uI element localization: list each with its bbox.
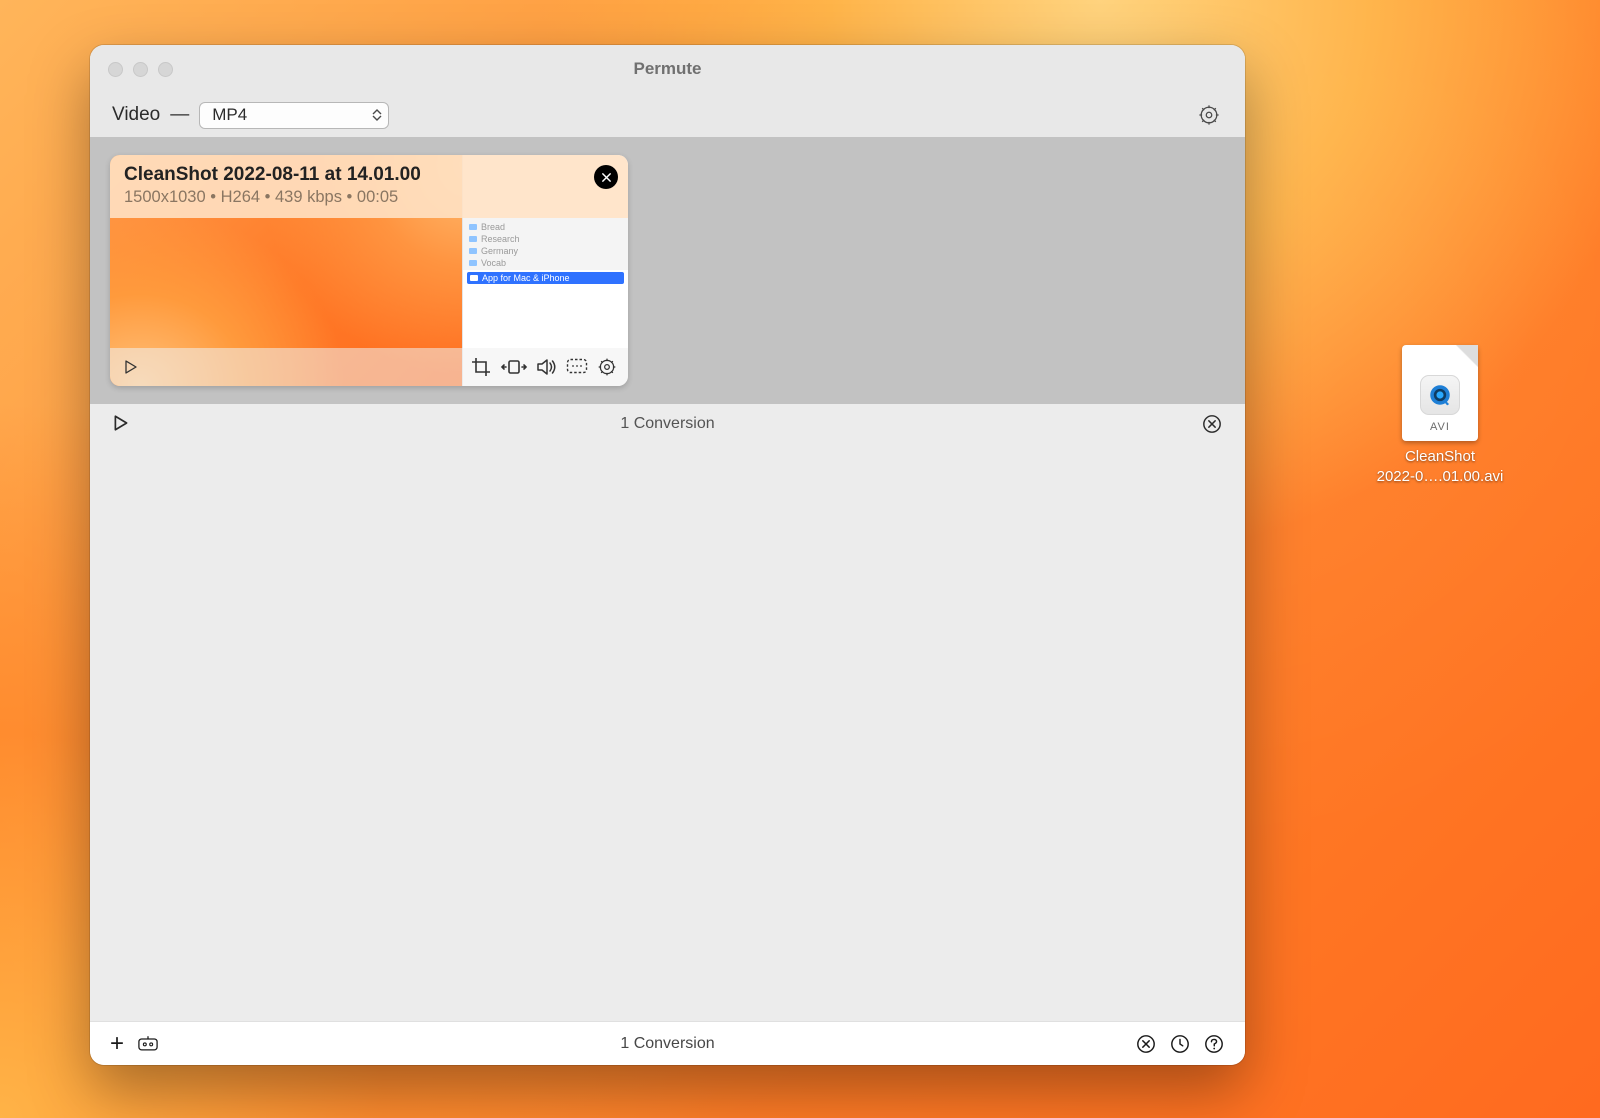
start-conversion-button[interactable] [112, 414, 132, 434]
audio-button[interactable] [536, 356, 558, 378]
robot-icon [138, 1036, 158, 1051]
traffic-lights [108, 62, 173, 77]
help-button[interactable] [1203, 1033, 1225, 1055]
gear-icon [597, 357, 617, 377]
file-icon: AVI [1402, 345, 1478, 441]
conversion-count-label: 1 Conversion [90, 415, 1245, 433]
circle-x-icon [1202, 414, 1222, 434]
chevron-updown-icon [372, 109, 382, 121]
resize-icon [500, 357, 528, 377]
toolbar-dash: — [170, 104, 189, 126]
presets-button[interactable] [138, 1036, 158, 1052]
resize-button[interactable] [500, 356, 528, 378]
file-name-label: CleanShot 2022-0….01.00.avi [1375, 447, 1505, 486]
settings-button[interactable] [1197, 103, 1221, 127]
clear-list-button[interactable] [1201, 413, 1223, 435]
video-item-toolbar [110, 348, 628, 386]
close-icon [601, 172, 612, 183]
speaker-icon [536, 357, 558, 377]
titlebar[interactable]: Permute [90, 45, 1245, 93]
video-metadata: 1500x1030 • H264 • 439 kbps • 00:05 [124, 188, 614, 207]
category-label: Video [112, 104, 160, 126]
close-window-button[interactable] [108, 62, 123, 77]
status-bar: 1 Conversion [90, 404, 1245, 444]
conversion-list-area[interactable]: Bread Research Germany Vocab App for Mac… [90, 137, 1245, 404]
zoom-window-button[interactable] [158, 62, 173, 77]
toolbar: Video — MP4 [90, 93, 1245, 137]
video-item[interactable]: Bread Research Germany Vocab App for Mac… [110, 155, 628, 386]
subtitles-button[interactable] [566, 356, 588, 378]
clock-icon [1170, 1034, 1190, 1054]
crop-icon [471, 357, 491, 377]
history-button[interactable] [1169, 1033, 1191, 1055]
video-filename: CleanShot 2022-08-11 at 14.01.00 [124, 164, 614, 186]
desktop-wallpaper: Permute Video — MP4 [0, 0, 1600, 1118]
gear-icon [1198, 104, 1220, 126]
add-file-button[interactable]: + [110, 1032, 124, 1056]
subtitles-icon [566, 358, 588, 376]
play-icon [123, 359, 139, 375]
question-icon [1204, 1034, 1224, 1054]
app-window: Permute Video — MP4 [90, 45, 1245, 1065]
desktop-file-avi[interactable]: AVI CleanShot 2022-0….01.00.avi [1375, 345, 1505, 486]
item-settings-button[interactable] [596, 356, 618, 378]
quicktime-icon [1420, 375, 1460, 415]
format-selected-value: MP4 [212, 105, 247, 125]
play-icon [112, 414, 130, 432]
footer-bar: + 1 Conversion [90, 1021, 1245, 1065]
format-select[interactable]: MP4 [199, 102, 389, 129]
minimize-window-button[interactable] [133, 62, 148, 77]
cancel-all-button[interactable] [1135, 1033, 1157, 1055]
circle-x-icon [1136, 1034, 1156, 1054]
drop-area[interactable] [90, 444, 1245, 1021]
file-extension-label: AVI [1430, 421, 1450, 433]
window-title: Permute [90, 59, 1245, 79]
play-preview-button[interactable] [120, 356, 142, 378]
video-info-header: CleanShot 2022-08-11 at 14.01.00 1500x10… [110, 155, 628, 218]
remove-video-button[interactable] [594, 165, 618, 189]
footer-status-label: 1 Conversion [90, 1035, 1245, 1053]
crop-button[interactable] [470, 356, 492, 378]
